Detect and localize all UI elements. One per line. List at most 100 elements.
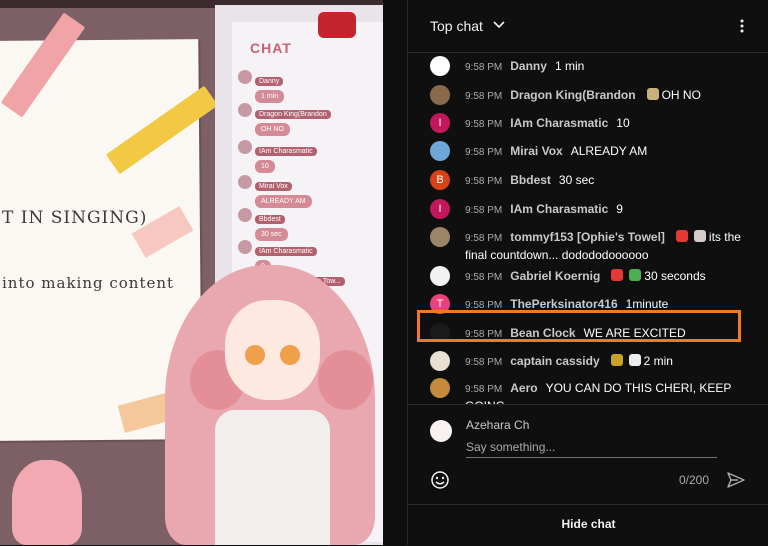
overlay-chat-bubble: Bbdest 30 sec xyxy=(238,208,288,241)
message-timestamp: 9:58 PM xyxy=(465,272,503,283)
character-counter: 0/200 xyxy=(679,473,710,487)
message-timestamp: 9:58 PM xyxy=(465,147,503,158)
send-icon[interactable] xyxy=(726,470,746,490)
vtuber-eye xyxy=(245,345,265,365)
message-author[interactable]: Mirai Vox xyxy=(510,144,562,158)
emoji-icon xyxy=(629,269,642,281)
message-text: 2 min xyxy=(643,354,673,368)
overlay-bubble-text: 1 min xyxy=(255,90,285,103)
vtuber-outfit xyxy=(215,410,330,545)
message-author[interactable]: Bbdest xyxy=(510,173,551,187)
chat-message-body: 9:58 PM Dragon King(Brandon OH NO xyxy=(465,87,750,105)
photo-avatar[interactable] xyxy=(430,378,450,398)
overlay-bubble-name: Mirai Vox xyxy=(255,182,292,191)
overlay-avatar xyxy=(238,175,252,189)
message-timestamp: 9:58 PM xyxy=(465,233,503,244)
chat-message-body: 9:58 PM Danny 1 min xyxy=(465,58,750,76)
emoji-icon xyxy=(628,354,641,366)
message-timestamp: 9:58 PM xyxy=(465,357,503,368)
vtuber-face xyxy=(225,300,320,400)
vtuber-wing-right xyxy=(318,350,373,410)
logo-avatar[interactable] xyxy=(430,56,450,76)
overlay-avatar xyxy=(238,208,252,222)
hide-chat-button[interactable]: Hide chat xyxy=(408,517,768,531)
emoji-icon xyxy=(611,269,624,281)
message-text: OH NO xyxy=(661,88,701,102)
chat-footer: Hide chat xyxy=(408,504,768,546)
message-author[interactable]: Gabriel Koernig xyxy=(510,269,600,283)
message-text: 30 sec xyxy=(558,173,595,187)
message-author[interactable]: Dragon King(Brandon xyxy=(510,88,635,102)
overlay-chat-bubble: Mirai Vox ALREADY AM xyxy=(238,175,312,208)
overlay-chat-bubble: Danny 1 min xyxy=(238,70,285,103)
message-author[interactable]: captain cassidy xyxy=(510,354,599,368)
letter-avatar[interactable]: T xyxy=(430,294,450,314)
message-text: ALREADY AM xyxy=(570,144,648,158)
message-timestamp: 9:58 PM xyxy=(465,205,503,216)
chat-header: Top chat xyxy=(408,0,768,53)
message-author[interactable]: IAm Charasmatic xyxy=(510,116,608,130)
overlay-avatar xyxy=(238,103,252,117)
overlay-bubble-name: IAm Charasmatic xyxy=(255,147,317,156)
message-author[interactable]: Bean Clock xyxy=(510,326,575,340)
photo-avatar[interactable] xyxy=(430,266,450,286)
top-chat-dropdown-label[interactable]: Top chat xyxy=(430,18,483,34)
overlay-bubble-name: Danny xyxy=(255,77,284,86)
fox-mascot xyxy=(12,460,82,545)
overlay-bubble-text: 10 xyxy=(255,160,275,173)
chat-message-input[interactable] xyxy=(466,437,717,458)
overlay-chat-title: CHAT xyxy=(250,40,292,56)
message-timestamp: 9:58 PM xyxy=(465,300,503,311)
chat-message-list[interactable]: 9:58 PM Danny 1 min 9:58 PM Dragon King(Bran… xyxy=(408,52,768,404)
photo-avatar[interactable] xyxy=(430,85,450,105)
message-timestamp: 9:58 PM xyxy=(465,176,503,187)
letter-avatar[interactable]: I xyxy=(430,113,450,133)
chevron-down-icon[interactable] xyxy=(492,17,506,31)
message-text: 9 xyxy=(616,202,623,216)
chat-message-body: 9:58 PM Bbdest 30 sec xyxy=(465,172,750,190)
message-text: WE ARE EXCITED xyxy=(583,326,686,340)
message-author[interactable]: tommyf153 [Ophie's Towel] xyxy=(510,230,665,244)
stream-video[interactable]: T IN SINGING) into making content CHAT D… xyxy=(0,0,383,545)
message-timestamp: 9:58 PM xyxy=(465,384,503,395)
overlay-chat-bubble: IAm Charasmatic 10 xyxy=(238,140,317,173)
overlay-bubble-name: Bbdest xyxy=(255,215,285,224)
emoji-icon xyxy=(675,230,688,242)
message-text: YOU CAN DO THIS CHERI, KEEP GOING xyxy=(465,381,732,404)
message-author[interactable]: Aero xyxy=(510,381,537,395)
chat-message-body: 9:58 PM Mirai Vox ALREADY AM xyxy=(465,143,750,161)
more-options-icon[interactable] xyxy=(736,18,748,34)
message-text: 1 min xyxy=(554,59,585,73)
emoji-icon xyxy=(610,354,623,366)
chat-message-body: 9:58 PM Gabriel Koernig 30 seconds xyxy=(465,268,750,286)
photo-avatar[interactable] xyxy=(430,141,450,161)
photo-avatar[interactable] xyxy=(430,351,450,371)
vtuber-eye xyxy=(280,345,300,365)
chat-message-body: 9:58 PM captain cassidy 2 min xyxy=(465,353,750,371)
overlay-avatar xyxy=(238,70,252,84)
message-text: 1minute xyxy=(625,297,669,311)
photo-avatar[interactable] xyxy=(430,227,450,247)
message-timestamp: 9:58 PM xyxy=(465,62,503,73)
message-author[interactable]: IAm Charasmatic xyxy=(510,202,608,216)
message-author[interactable]: Danny xyxy=(510,59,547,73)
overlay-chat-bubble: Dragon King(Brandon OH NO xyxy=(238,103,331,136)
emoji-icon[interactable] xyxy=(430,470,450,490)
message-text: 30 seconds xyxy=(644,269,706,283)
message-text: 10 xyxy=(616,116,630,130)
letter-avatar[interactable]: I xyxy=(430,199,450,219)
chat-message-body: 9:58 PM IAm Charasmatic 10 xyxy=(465,115,750,133)
overlay-bubble-text: OH NO xyxy=(255,123,290,136)
message-timestamp: 9:58 PM xyxy=(465,119,503,130)
message-author[interactable]: ThePerksinator416 xyxy=(510,297,617,311)
live-chat-panel: Top chat 9:58 PM Danny 1 min 9:58 PM Dragon … xyxy=(407,0,768,545)
overlay-avatar xyxy=(238,140,252,154)
photo-avatar[interactable] xyxy=(430,323,450,343)
overlay-bubble-name: Dragon King(Brandon xyxy=(255,110,331,119)
paper-handwriting-1: T IN SINGING) xyxy=(2,208,148,228)
message-timestamp: 9:58 PM xyxy=(465,329,503,340)
letter-avatar[interactable]: B xyxy=(430,170,450,190)
chat-message-body: 9:58 PM ThePerksinator416 1minute xyxy=(465,296,750,314)
emoji-icon xyxy=(646,88,659,100)
user-avatar xyxy=(430,420,452,442)
